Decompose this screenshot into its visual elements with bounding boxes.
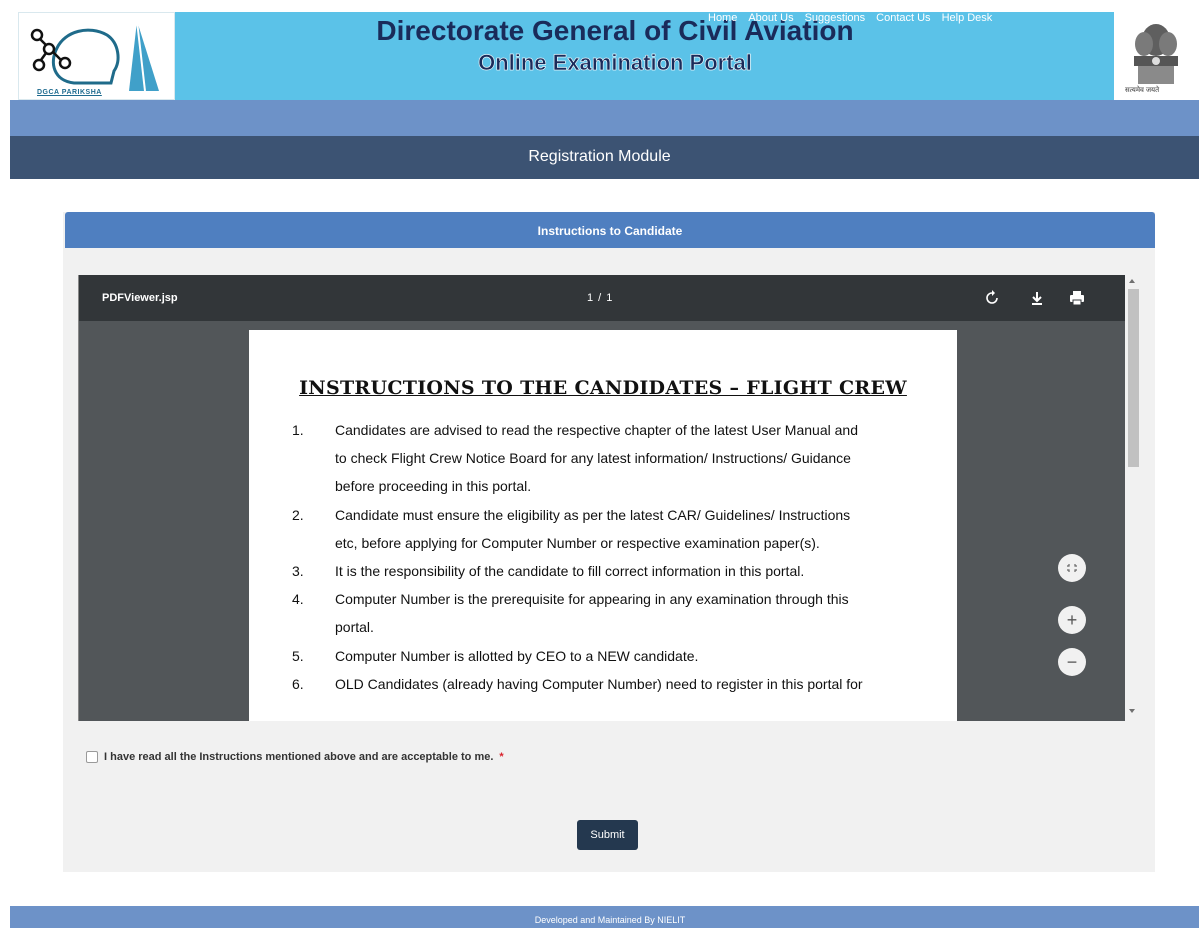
- doc-line: It is the responsibility of the candidat…: [335, 563, 805, 579]
- nav-home[interactable]: Home: [708, 12, 737, 24]
- pdf-page: INSTRUCTIONS TO THE CANDIDATES – FLIGHT …: [249, 330, 957, 721]
- doc-item-number: 3.: [292, 563, 304, 579]
- submit-button[interactable]: Submit: [577, 820, 638, 850]
- nav-suggestions[interactable]: Suggestions: [805, 12, 866, 24]
- scroll-thumb[interactable]: [1128, 289, 1139, 467]
- nav-links: Home About Us Suggestions Contact Us Hel…: [708, 12, 992, 24]
- page: DGCA PARIKSHA Directorate General of Civ…: [0, 0, 1199, 928]
- doc-line: portal.: [335, 619, 374, 635]
- doc-item-number: 1.: [292, 422, 304, 438]
- zoom-in-icon[interactable]: +: [1058, 606, 1086, 634]
- doc-line: before proceeding in this portal.: [335, 478, 532, 494]
- top-nav: [10, 100, 1199, 136]
- module-title: Registration Module: [528, 148, 671, 165]
- pdf-file-name: PDFViewer.jsp: [102, 292, 178, 304]
- pdf-page-indicator: 1 / 1: [587, 292, 614, 304]
- zoom-out-icon[interactable]: −: [1058, 648, 1086, 676]
- fit-page-icon[interactable]: [1058, 554, 1086, 582]
- rotate-icon[interactable]: [982, 288, 1002, 308]
- nav-about-us[interactable]: About Us: [748, 12, 793, 24]
- site-title: Directorate General of Civil Aviation: [376, 15, 854, 46]
- doc-line: Candidates are advised to read the respe…: [335, 422, 858, 438]
- pdf-viewer[interactable]: PDFViewer.jsp 1 / 1 INSTRUCTIONS TO THE …: [78, 275, 1141, 721]
- doc-line: to check Flight Crew Notice Board for an…: [335, 450, 851, 466]
- nav-contact-us[interactable]: Contact Us: [876, 12, 930, 24]
- doc-line: Computer Number is allotted by CEO to a …: [335, 648, 699, 664]
- doc-item-number: 6.: [292, 676, 304, 692]
- agreement-checkbox[interactable]: [86, 751, 98, 763]
- footer-text: Developed and Maintained By NIELIT: [534, 915, 686, 925]
- site-subtitle: Online Examination Portal: [478, 50, 752, 76]
- doc-line: Computer Number is the prerequisite for …: [335, 591, 849, 607]
- doc-line: OLD Candidates (already having Computer …: [335, 676, 863, 692]
- emblem-caption: सत्यमेव जयते: [1125, 87, 1160, 94]
- agreement-row: I have read all the Instructions mention…: [86, 751, 504, 763]
- doc-line: etc, before applying for Computer Number…: [335, 535, 820, 551]
- scroll-down-icon[interactable]: [1129, 709, 1135, 713]
- doc-heading: INSTRUCTIONS TO THE CANDIDATES – FLIGHT …: [299, 377, 907, 399]
- required-mark: *: [499, 751, 504, 763]
- scroll-up-icon[interactable]: [1129, 279, 1135, 283]
- doc-line: Candidate must ensure the eligibility as…: [335, 507, 851, 523]
- doc-item-number: 4.: [292, 591, 304, 607]
- download-icon[interactable]: [1027, 288, 1047, 308]
- logo-text: DGCA PARIKSHA: [37, 89, 102, 96]
- agreement-label[interactable]: I have read all the Instructions mention…: [104, 751, 493, 763]
- doc-item-number: 2.: [292, 507, 304, 523]
- doc-item-number: 5.: [292, 648, 304, 664]
- panel-title: Instructions to Candidate: [537, 224, 683, 238]
- print-icon[interactable]: [1067, 288, 1087, 308]
- nav-help-desk[interactable]: Help Desk: [942, 12, 993, 24]
